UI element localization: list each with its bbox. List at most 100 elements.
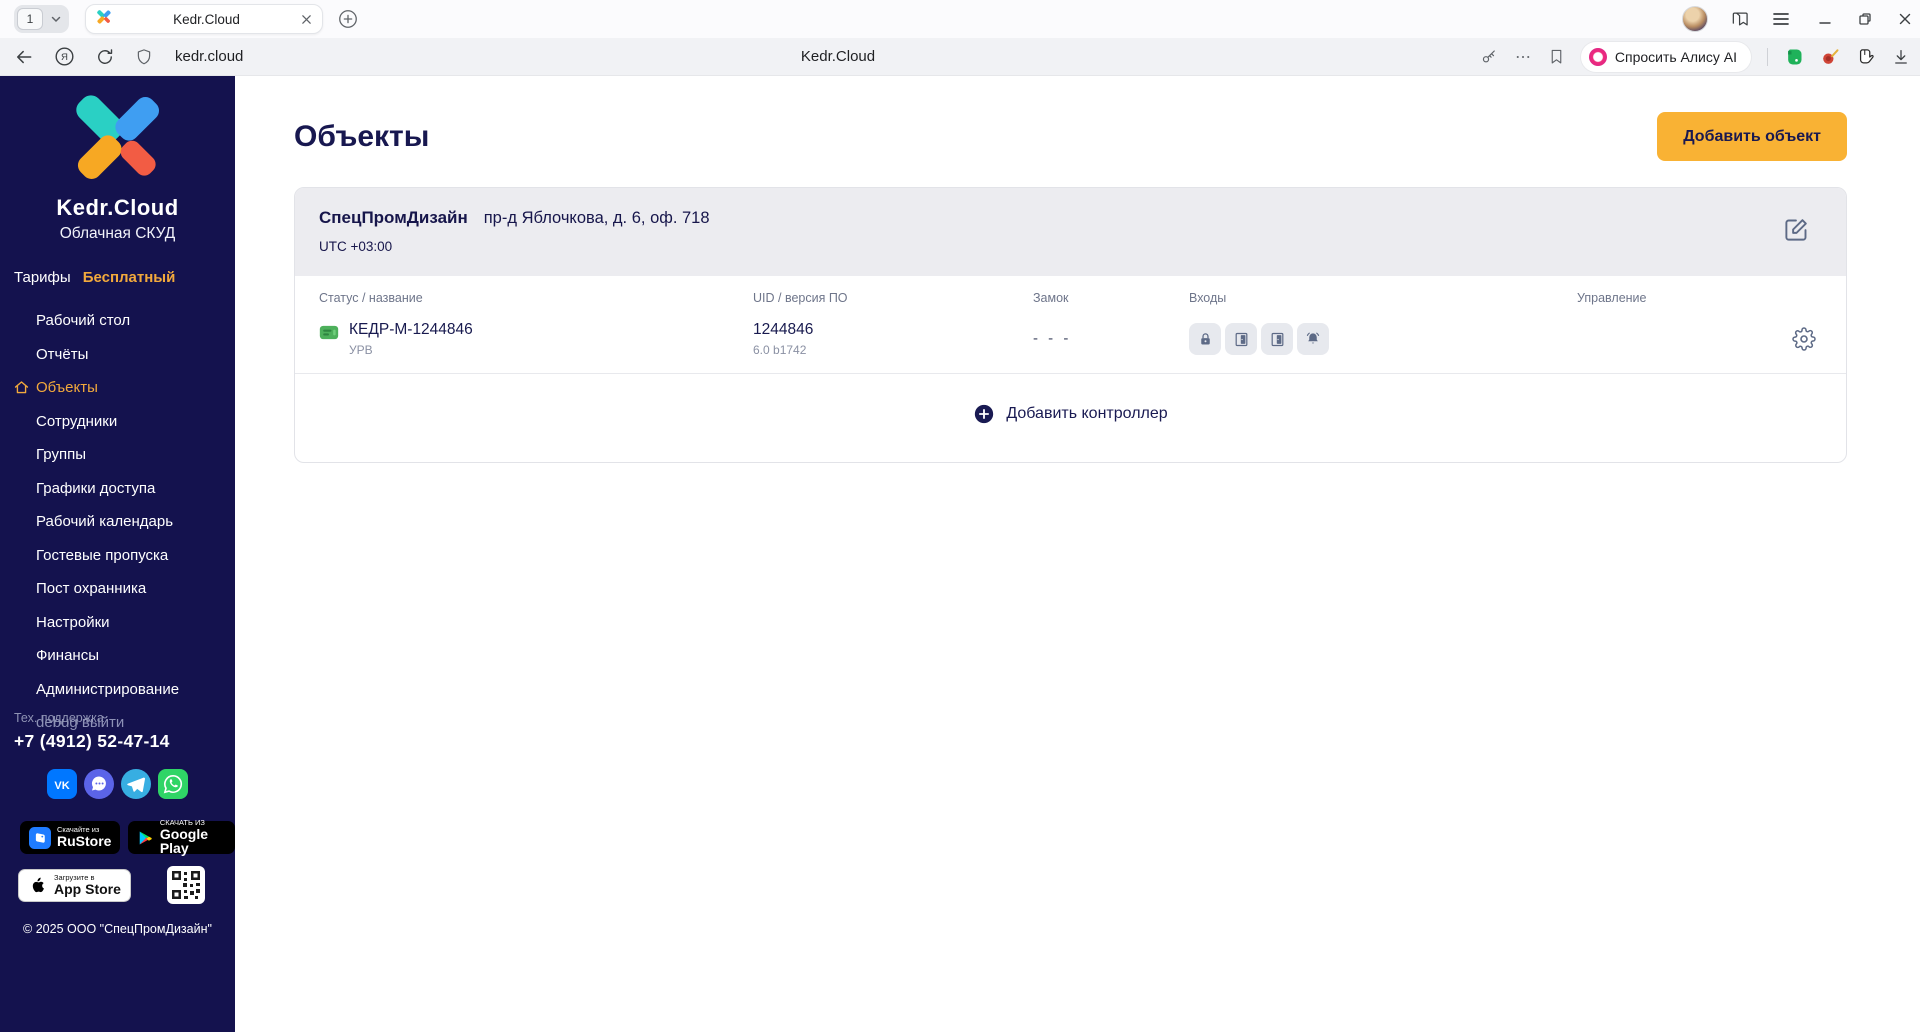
- entry-alarm-button[interactable]: [1297, 323, 1329, 355]
- lock-icon: [1200, 332, 1210, 344]
- url-text[interactable]: kedr.cloud: [175, 48, 243, 65]
- back-icon[interactable]: [14, 47, 34, 67]
- download-icon[interactable]: [1892, 48, 1910, 66]
- omnibox-page-title: Kedr.Cloud: [800, 48, 876, 65]
- google-play-icon: [140, 831, 153, 844]
- add-controller-label: Добавить контроллер: [1006, 405, 1168, 422]
- passwords-key-icon[interactable]: [1480, 48, 1498, 66]
- tab-counter-value: 1: [17, 8, 43, 30]
- tab-counter-button[interactable]: 1: [14, 5, 69, 33]
- column-lock: Замок: [1033, 291, 1069, 305]
- object-address: пр-д Яблочкова, д. 6, оф. 718: [483, 209, 710, 227]
- sidebar-menu: Рабочий стол Отчёты Объекты Сотрудники Г…: [0, 304, 235, 740]
- sidebar-item-reports[interactable]: Отчёты: [0, 338, 235, 372]
- window-restore-button[interactable]: [1858, 12, 1872, 26]
- door-icon: [1235, 332, 1247, 346]
- sidebar-item-administration[interactable]: Администрирование: [0, 673, 235, 707]
- tab-favicon-icon: [96, 9, 112, 30]
- apple-icon: [32, 877, 44, 893]
- alice-icon: [1588, 47, 1607, 66]
- seal-extension-icon[interactable]: [1820, 47, 1840, 67]
- sidebar-item-access-schedules[interactable]: Графики доступа: [0, 472, 235, 506]
- add-controller-button[interactable]: Добавить контроллер: [295, 373, 1846, 462]
- controller-uid: 1244846: [753, 321, 814, 338]
- object-card-header: СпецПромДизайн пр-д Яблочкова, д. 6, оф.…: [295, 188, 1846, 276]
- object-timezone: UTC +03:00: [319, 239, 393, 254]
- window-close-button[interactable]: [1898, 12, 1912, 26]
- controller-status-icon: [319, 324, 339, 346]
- whatsapp-icon[interactable]: [158, 769, 188, 799]
- tariff-value[interactable]: Бесплатный: [83, 269, 176, 286]
- telegram-icon[interactable]: [121, 769, 151, 799]
- sidebar-item-desktop[interactable]: Рабочий стол: [0, 304, 235, 338]
- entry-lock-button[interactable]: [1189, 323, 1221, 355]
- bell-icon: [1306, 332, 1320, 344]
- main-content: Объекты Добавить объект СпецПромДизайн п…: [235, 76, 1920, 1032]
- browser-tab[interactable]: Kedr.Cloud: [85, 4, 323, 34]
- table-header: Статус / название UID / версия ПО Замок …: [295, 276, 1846, 311]
- column-control: Управление: [1577, 291, 1647, 305]
- svg-text:VK: VK: [54, 780, 69, 792]
- tab-title: Kedr.Cloud: [173, 11, 240, 27]
- column-uid: UID / версия ПО: [753, 291, 848, 305]
- sidebar-item-guard-post[interactable]: Пост охранника: [0, 572, 235, 606]
- kedr-logo-icon: [62, 90, 174, 191]
- site-security-shield-icon[interactable]: [135, 48, 153, 66]
- tab-close-icon[interactable]: [301, 14, 312, 25]
- column-entries: Входы: [1189, 291, 1227, 305]
- column-status: Статус / название: [319, 291, 423, 305]
- divider: [1767, 47, 1768, 66]
- google-play-name: Google Play: [159, 825, 209, 857]
- sidebar: Kedr.Cloud Облачная СКУД Тарифы Бесплатн…: [0, 76, 235, 1032]
- rustore-badge[interactable]: Скачайте из RuStore: [20, 821, 121, 854]
- chevron-down-icon: [43, 13, 69, 25]
- bookmark-icon[interactable]: [1548, 48, 1565, 65]
- gear-icon: [1792, 327, 1816, 351]
- sidebar-item-groups[interactable]: Группы: [0, 438, 235, 472]
- vk-icon[interactable]: VK: [47, 769, 77, 799]
- sidebar-item-employees[interactable]: Сотрудники: [0, 405, 235, 439]
- window-minimize-button[interactable]: [1818, 12, 1832, 26]
- object-card: СпецПромДизайн пр-д Яблочкова, д. 6, оф.…: [294, 187, 1847, 463]
- sidebar-item-finance[interactable]: Финансы: [0, 639, 235, 673]
- controller-name[interactable]: КЕДР-М-1244846: [349, 321, 473, 339]
- page-title: Объекты: [294, 119, 430, 153]
- alice-label: Спросить Алису AI: [1614, 48, 1737, 65]
- entry-door-2-button[interactable]: [1261, 323, 1293, 355]
- edit-object-icon[interactable]: [1783, 216, 1810, 248]
- controller-settings-button[interactable]: [1792, 327, 1816, 351]
- menu-hamburger-icon[interactable]: [1772, 11, 1790, 27]
- google-play-badge[interactable]: СКАЧАТЬ ИЗ Google Play: [128, 818, 235, 857]
- evernote-extension-icon[interactable]: [1784, 47, 1804, 67]
- add-object-button[interactable]: Добавить объект: [1657, 112, 1847, 161]
- support-phone: +7 (4912) 52-47-14: [14, 731, 170, 751]
- browser-address-bar[interactable]: Я kedr.cloud Kedr.Cloud Спросить Алису A…: [0, 38, 1920, 76]
- alice-ai-button[interactable]: Спросить Алису AI: [1580, 41, 1751, 72]
- lock-value: - - -: [1033, 330, 1072, 347]
- logo-subtitle: Облачная СКУД: [59, 225, 176, 242]
- refresh-icon[interactable]: [95, 47, 115, 67]
- rustore-icon: [29, 826, 51, 849]
- sidebar-item-objects[interactable]: Объекты: [0, 371, 235, 405]
- side-panel-icon[interactable]: [1730, 9, 1750, 29]
- svg-text:Я: Я: [61, 52, 68, 63]
- tariff-label: Тарифы: [14, 269, 71, 286]
- qr-code[interactable]: [166, 866, 205, 904]
- support-label: Тех. поддержка: [14, 711, 104, 725]
- glove-extension-icon[interactable]: [1856, 47, 1876, 67]
- new-tab-button[interactable]: [337, 8, 359, 30]
- controller-type: УРВ: [349, 343, 373, 357]
- yandex-search-icon[interactable]: Я: [54, 46, 75, 67]
- more-options-icon[interactable]: [1514, 48, 1532, 66]
- app-store-badge[interactable]: Загрузите в App Store: [18, 868, 131, 902]
- app-store-name: App Store: [54, 880, 121, 897]
- sidebar-item-work-calendar[interactable]: Рабочий календарь: [0, 505, 235, 539]
- sidebar-item-settings[interactable]: Настройки: [0, 606, 235, 640]
- controller-row: КЕДР-М-1244846 УРВ 1244846 6.0 b1742 - -…: [295, 311, 1846, 373]
- entry-door-1-button[interactable]: [1225, 323, 1257, 355]
- profile-avatar[interactable]: [1682, 6, 1708, 32]
- house-icon: [13, 379, 30, 400]
- messenger-icon[interactable]: [84, 769, 114, 799]
- controller-firmware: 6.0 b1742: [753, 343, 807, 357]
- sidebar-item-guest-passes[interactable]: Гостевые пропуска: [0, 539, 235, 573]
